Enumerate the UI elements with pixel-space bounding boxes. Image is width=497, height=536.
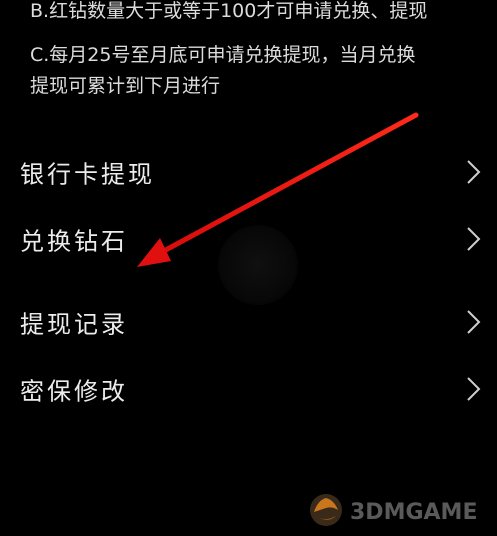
watermark: 3DMGAME [304,490,494,530]
menu-item-label: 兑换钻石 [20,227,128,256]
menu-item-bank-card-withdraw[interactable]: 银行卡提现 [0,142,497,202]
chevron-right-icon [467,227,481,251]
chevron-right-icon [467,160,481,184]
menu-item-exchange-diamonds[interactable]: 兑换钻石 [0,209,497,269]
rule-b: B.红钻数量大于或等于100才可申请兑换、提现 [30,0,428,22]
menu-item-label: 提现记录 [20,310,128,339]
menu-item-security-settings[interactable]: 密保修改 [0,359,497,419]
3dm-logo-icon [310,494,342,526]
menu-item-withdraw-records[interactable]: 提现记录 [0,292,497,352]
menu-item-label: 密保修改 [20,377,128,406]
menu-item-label: 银行卡提现 [20,160,155,189]
rule-c-line2: 提现可累计到下月进行 [30,75,221,97]
rule-c-line1: C.每月25号至月底可申请兑换提现，当月兑换 [30,44,416,66]
chevron-right-icon [467,310,481,334]
watermark-text: 3DMGAME [350,500,478,525]
chevron-right-icon [467,377,481,401]
